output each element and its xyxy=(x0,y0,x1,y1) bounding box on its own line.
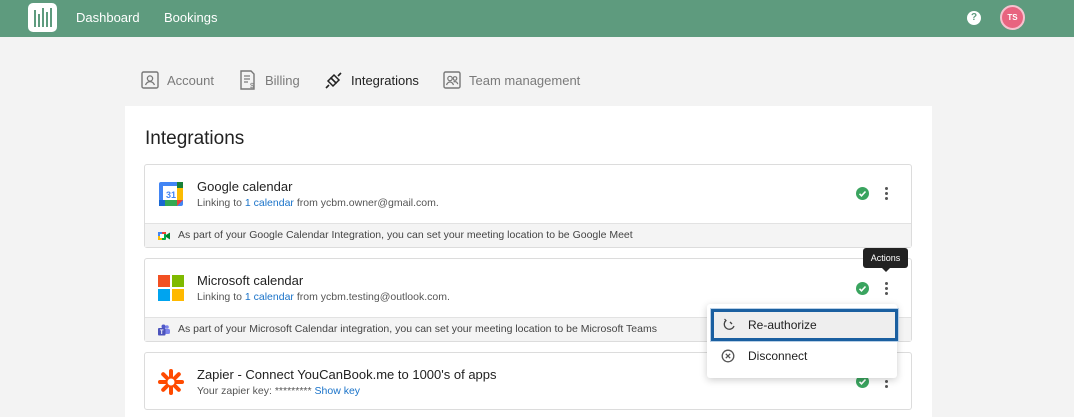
tab-integrations[interactable]: Integrations xyxy=(324,70,419,90)
integration-subtitle: Linking to 1 calendar from ycbm.testing@… xyxy=(197,291,450,303)
microsoft-icon xyxy=(158,275,184,301)
logo-icon[interactable] xyxy=(28,3,57,32)
integration-footer: As part of your Google Calendar Integrat… xyxy=(145,223,911,247)
tab-account[interactable]: Account xyxy=(141,70,214,90)
actions-kebab-icon[interactable] xyxy=(881,187,891,201)
tab-label: Integrations xyxy=(351,72,419,88)
integration-title: Microsoft calendar xyxy=(197,273,304,288)
google-calendar-icon: 31 xyxy=(159,182,183,206)
account-icon xyxy=(141,71,159,89)
integration-card-google: 31 Google calendar Linking to 1 calendar… xyxy=(144,164,912,248)
team-icon xyxy=(443,71,461,89)
billing-icon: $ xyxy=(240,70,255,90)
disconnect-menu-item[interactable]: Disconnect xyxy=(707,341,897,371)
show-key-link[interactable]: Show key xyxy=(315,385,361,397)
tab-billing[interactable]: $ Billing xyxy=(239,70,300,90)
teams-icon: T xyxy=(158,324,170,336)
actions-kebab-icon[interactable] xyxy=(881,282,891,296)
nav-dashboard[interactable]: Dashboard xyxy=(76,10,140,25)
svg-text:T: T xyxy=(160,330,164,336)
tab-label: Billing xyxy=(265,72,300,88)
connected-check-icon xyxy=(856,187,869,200)
top-bar: Dashboard Bookings ? TS xyxy=(0,0,1074,37)
reauthorize-icon xyxy=(723,318,735,330)
help-icon[interactable]: ? xyxy=(967,11,981,25)
reauthorize-menu-item[interactable]: Re-authorize xyxy=(711,309,898,341)
integrations-icon xyxy=(325,71,342,89)
calendar-count-link[interactable]: 1 calendar xyxy=(245,291,294,303)
disconnect-icon xyxy=(721,349,735,363)
calendar-count-link[interactable]: 1 calendar xyxy=(245,197,294,209)
tab-label: Team management xyxy=(469,72,581,88)
zapier-key: Your zapier key: ********* Show key xyxy=(197,385,361,397)
actions-tooltip: Actions xyxy=(863,248,908,272)
zapier-icon xyxy=(158,369,184,395)
google-meet-icon xyxy=(158,232,170,240)
actions-menu: Re-authorize Disconnect xyxy=(707,304,898,378)
nav-bookings[interactable]: Bookings xyxy=(164,10,217,25)
svg-text:$: $ xyxy=(250,83,254,90)
tab-team-management[interactable]: Team management xyxy=(443,70,580,90)
integration-title: Zapier - Connect YouCanBook.me to 1000's… xyxy=(197,367,497,382)
integration-title: Google calendar xyxy=(197,179,293,194)
connected-check-icon xyxy=(856,282,869,295)
integration-subtitle: Linking to 1 calendar from ycbm.owner@gm… xyxy=(197,197,439,209)
svg-text:31: 31 xyxy=(166,190,176,200)
page-title: Integrations xyxy=(145,128,245,149)
tab-label: Account xyxy=(167,72,214,88)
avatar[interactable]: TS xyxy=(1000,5,1025,30)
